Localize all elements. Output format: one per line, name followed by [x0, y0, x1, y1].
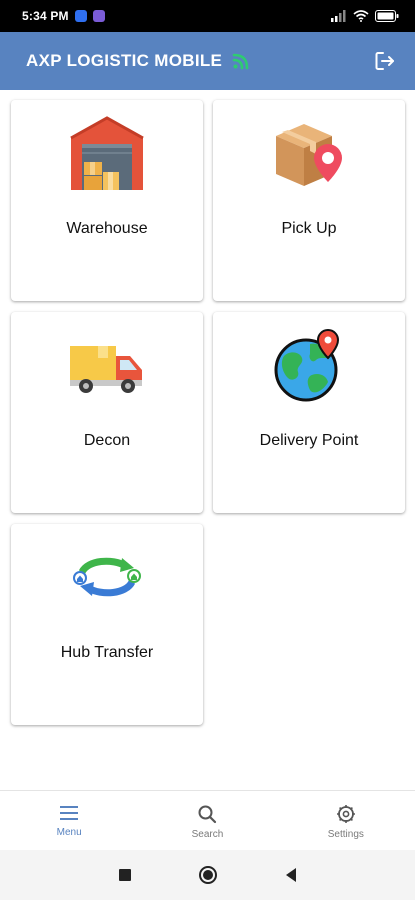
wifi-status-icon [353, 10, 369, 22]
nav-item-menu[interactable]: Menu [0, 791, 138, 850]
viber-icon [92, 10, 105, 22]
menu-icon [60, 806, 79, 820]
app-title: AXP LOGISTIC MOBILE [26, 51, 223, 70]
recent-apps-button[interactable] [118, 868, 132, 882]
signal-icon [331, 10, 346, 22]
nav-label-search: Search [191, 829, 224, 840]
nav-item-settings[interactable]: Settings [277, 791, 415, 850]
warehouse-icon [67, 113, 147, 193]
nav-label-menu: Menu [56, 827, 82, 838]
system-nav-bar [0, 850, 415, 900]
status-indicators [331, 10, 399, 22]
menu-card-decon[interactable]: Decon [11, 312, 203, 513]
home-button[interactable] [198, 865, 218, 885]
back-button[interactable] [284, 867, 298, 883]
menu-card-pick-up[interactable]: Pick Up [213, 100, 405, 301]
battery-icon [375, 10, 399, 22]
menu-card-label: Pick Up [281, 220, 337, 237]
menu-card-label: Decon [83, 432, 131, 449]
menu-card-delivery-point[interactable]: Delivery Point [213, 312, 405, 513]
nav-label-settings: Settings [327, 829, 364, 840]
menu-card-label: Warehouse [66, 220, 148, 237]
bottom-nav: Menu Search Settings [0, 790, 415, 850]
settings-icon [336, 805, 355, 823]
menu-card-hub-transfer[interactable]: Hub Transfer [11, 524, 203, 725]
nav-item-search[interactable]: Search [138, 791, 276, 850]
globe-pin-icon [269, 325, 349, 405]
messenger-icon [74, 10, 87, 22]
status-time: 5:34 PM [22, 9, 69, 23]
menu-card-label: Delivery Point [259, 432, 359, 449]
logout-icon[interactable] [373, 49, 397, 73]
package-pin-icon [269, 113, 349, 193]
transfer-arrows-icon [67, 537, 147, 617]
online-signal-icon [232, 52, 250, 70]
status-bar: 5:34 PM [0, 0, 415, 32]
menu-card-warehouse[interactable]: Warehouse [11, 100, 203, 301]
search-icon [198, 805, 217, 824]
menu-card-label: Hub Transfer [60, 644, 154, 661]
app-bar: AXP LOGISTIC MOBILE [0, 32, 415, 90]
menu-grid: Warehouse Pick Up Decon Delivery Point H… [11, 100, 405, 725]
delivery-truck-icon [67, 325, 147, 405]
